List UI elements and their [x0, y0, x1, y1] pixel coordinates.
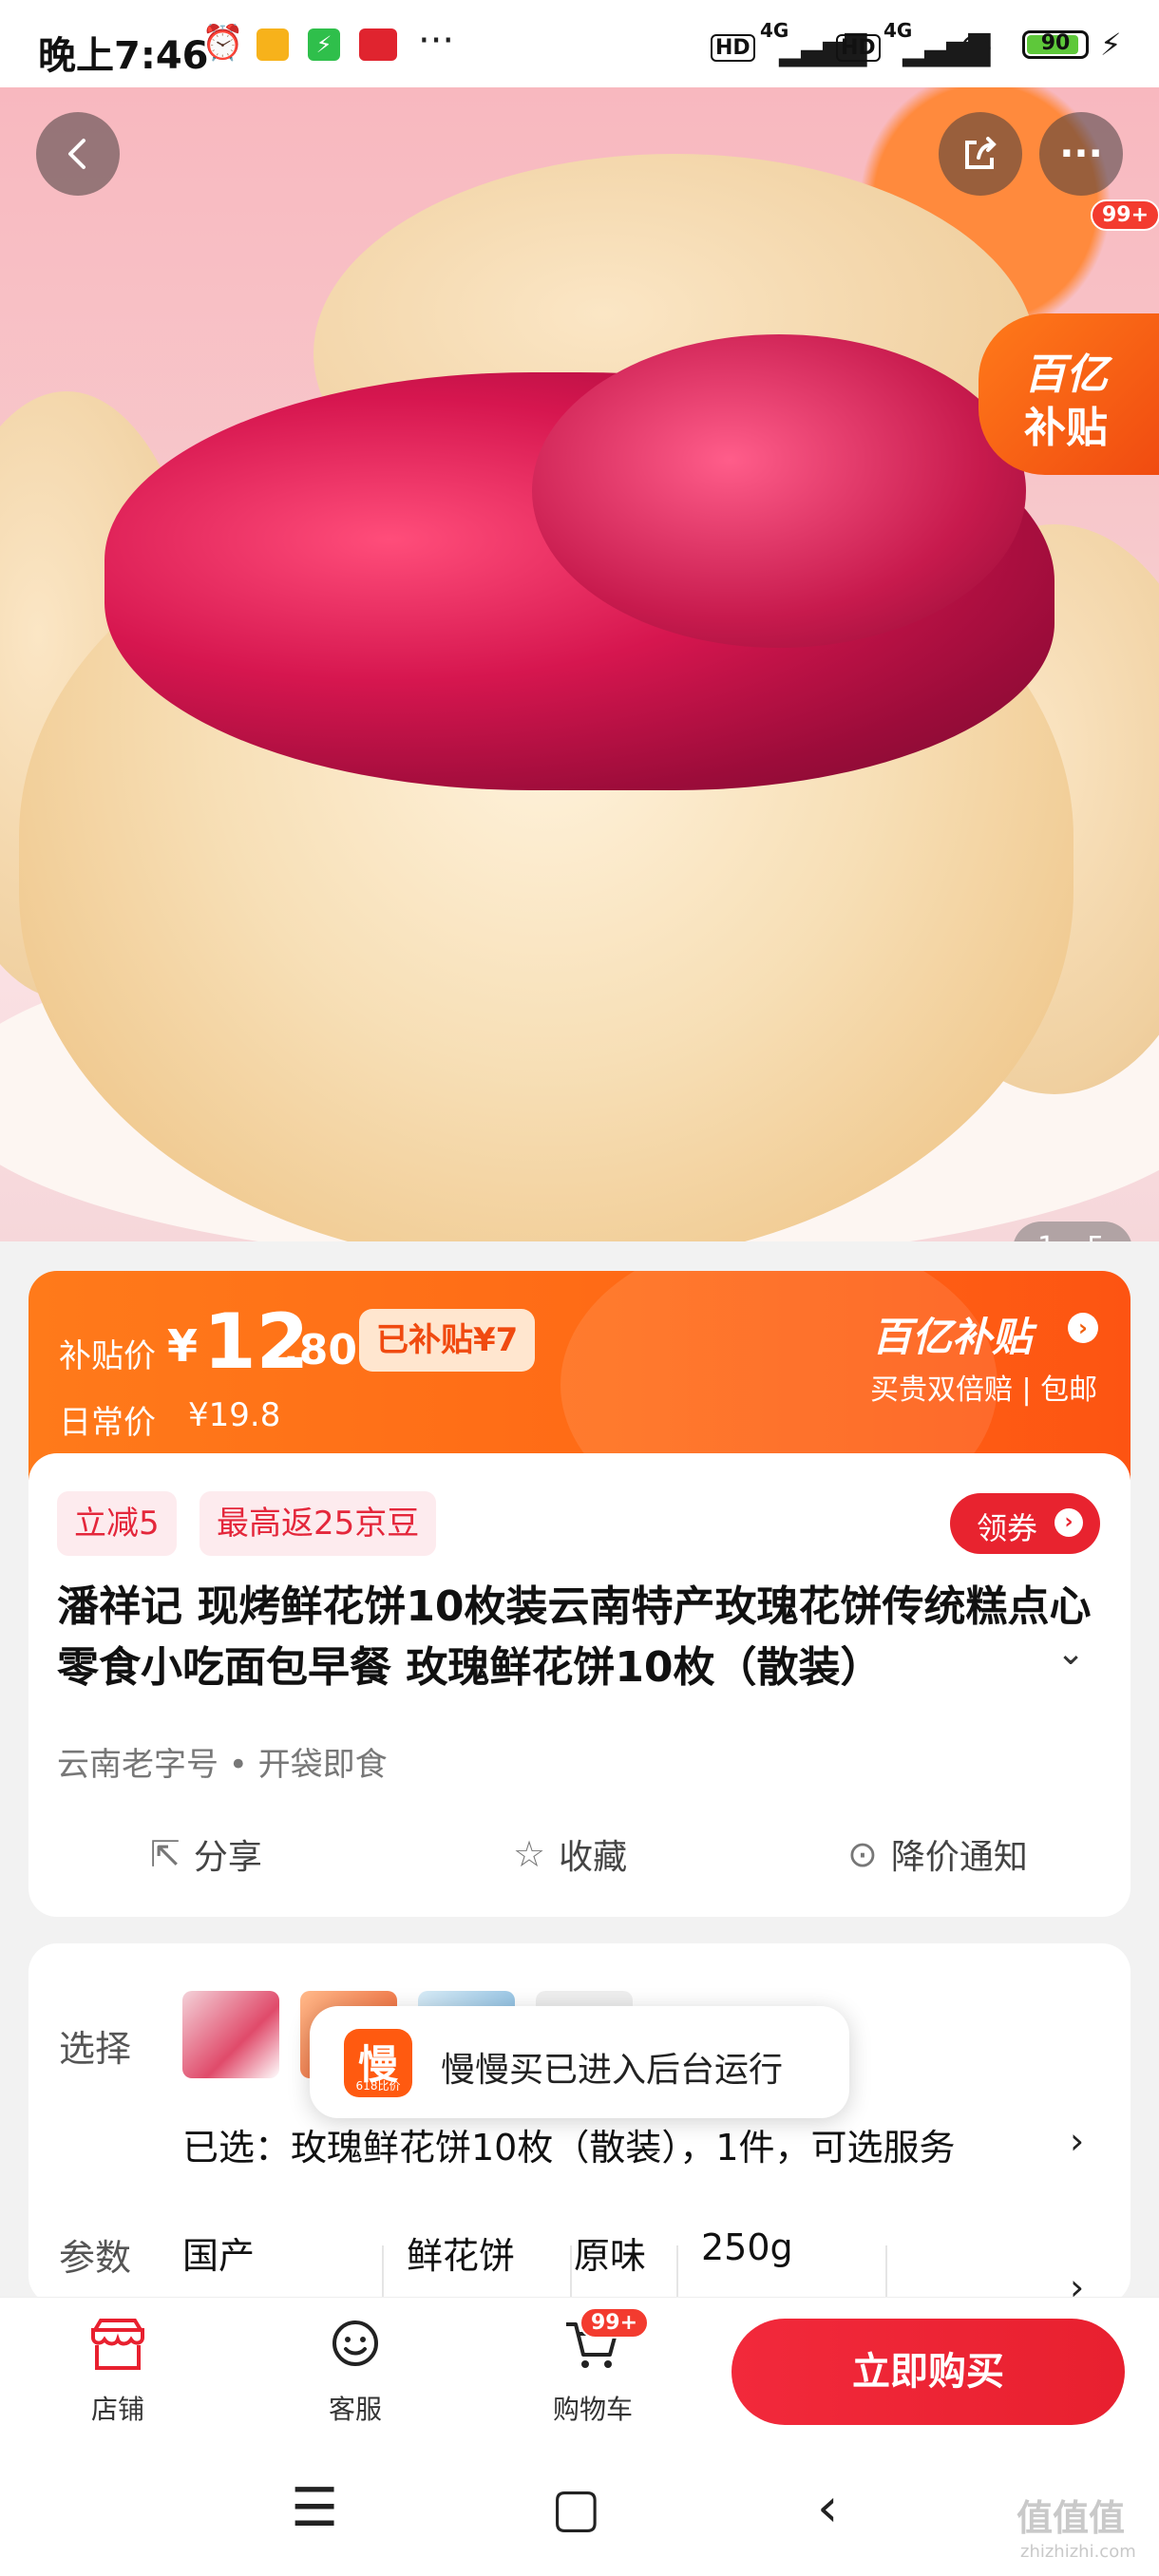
selected-spec: 已选：玫瑰鲜花饼10枚（散装），1件，可选服务: [182, 2127, 956, 2169]
battery-icon: 90: [1022, 30, 1089, 59]
product-tags: 云南老字号 • 开袋即食: [57, 1746, 388, 1784]
price-alert-action[interactable]: ⊙ 降价通知: [847, 1829, 1028, 1879]
param-category: 鲜花饼: [407, 2235, 516, 2277]
shop-button[interactable]: 店铺: [51, 2317, 184, 2427]
params-label: 参数: [59, 2237, 132, 2279]
price-alert-label: 降价通知: [890, 1838, 1028, 1877]
star-icon: ☆: [513, 1833, 546, 1875]
param-divider: [382, 2245, 384, 2302]
home-icon[interactable]: ▢: [551, 2477, 601, 2539]
price-banner: 补贴价 ¥ 12 .80 已补贴¥7 日常价 ¥19.8 百亿补贴 › 买贵双倍…: [28, 1271, 1130, 1480]
param-weight: 250g: [701, 2226, 793, 2268]
buy-now-button[interactable]: 立即购买: [732, 2319, 1125, 2425]
message-badge: 99+: [1091, 199, 1159, 231]
toast-message: 慢慢买已进入后台运行: [441, 2051, 784, 2090]
customer-service-button[interactable]: 客服: [289, 2317, 422, 2427]
spec-select-card[interactable]: 选择 已选：玫瑰鲜花饼10枚（散装），1件，可选服务 › 参数 国产 鲜花饼 原…: [28, 1943, 1130, 2308]
get-coupon-button[interactable]: 领券 ›: [950, 1493, 1100, 1554]
favorite-action[interactable]: ☆ 收藏: [513, 1829, 627, 1879]
jingdou-chip: 最高返25京豆: [200, 1491, 437, 1556]
param-flavor: 原味: [574, 2235, 647, 2277]
currency-symbol: ¥: [167, 1320, 199, 1372]
back-button[interactable]: [36, 112, 120, 196]
pager-total: 5: [1087, 1231, 1105, 1241]
shop-label: 店铺: [90, 2394, 144, 2425]
subsidy-corner-badge: 百亿 补贴: [978, 313, 1159, 475]
expand-title-icon[interactable]: ⌄: [1056, 1634, 1085, 1673]
price-decimal: .80: [283, 1326, 357, 1374]
service-label: 客服: [328, 2394, 382, 2425]
subsidy-corner-line2: 补贴: [1024, 404, 1108, 452]
system-nav-bar: ☰ ▢ ‹: [0, 2439, 1159, 2576]
image-pager: 1 5: [1013, 1222, 1132, 1241]
subsidy-guarantee: 买贵双倍赔 | 包邮: [870, 1373, 1098, 1407]
hd-icon: HD: [711, 34, 755, 62]
share-button[interactable]: [939, 112, 1022, 196]
hd-icon-2: HD: [836, 34, 881, 62]
share-label: 分享: [193, 1838, 262, 1877]
share-icon: ⇱: [150, 1833, 180, 1875]
select-label: 选择: [59, 2028, 132, 2070]
share-action[interactable]: ⇱ 分享: [150, 1829, 262, 1879]
back-nav-icon[interactable]: ‹: [817, 2477, 838, 2539]
discount-chip: 立减5: [57, 1491, 177, 1556]
notes-app-icon: [256, 28, 289, 61]
charging-icon: ⚡: [1100, 27, 1122, 63]
charge-app-icon: ⚡: [308, 28, 340, 61]
chat-smile-icon: [289, 2317, 422, 2383]
chevron-right-icon[interactable]: ›: [1068, 1313, 1098, 1343]
daily-price: ¥19.8: [188, 1396, 281, 1434]
menu-icon[interactable]: ☰: [291, 2477, 338, 2539]
cart-badge: 99+: [580, 2307, 650, 2339]
param-divider: [570, 2245, 572, 2302]
watermark: 值值值: [1016, 2497, 1126, 2539]
subsidy-amount-tag: 已补贴¥7: [359, 1309, 536, 1372]
battery-level: 90: [1040, 31, 1071, 55]
billion-subsidy-brand[interactable]: 百亿补贴: [872, 1305, 1032, 1363]
subsidy-price-label: 补贴价: [59, 1337, 156, 1375]
more-menu-button[interactable]: ···: [1039, 112, 1123, 196]
variant-thumb-1[interactable]: [182, 1991, 279, 2078]
wifi-icon: ◠: [960, 25, 993, 68]
logo-sub: 618比价: [355, 2079, 401, 2093]
param-divider: [676, 2245, 678, 2302]
param-divider: [885, 2245, 887, 2302]
price-drop-icon: ⊙: [847, 1833, 878, 1875]
status-time: 晚上7:46: [38, 34, 209, 78]
background-run-toast: 慢 618比价 慢慢买已进入后台运行: [310, 2006, 849, 2118]
param-origin: 国产: [182, 2235, 256, 2277]
subsidy-corner-line1: 百亿: [1024, 350, 1108, 399]
chevron-right-icon: ›: [1054, 1508, 1083, 1537]
daily-price-label: 日常价: [59, 1404, 156, 1442]
rose-filling-top: [532, 334, 1026, 648]
pager-current: 1: [1037, 1231, 1055, 1241]
product-image-carousel[interactable]: ··· 99+ 百亿 补贴 1 5: [0, 87, 1159, 1241]
watermark-url: zhizhizhi.com: [1020, 2542, 1136, 2562]
store-icon: [51, 2317, 184, 2383]
chevron-right-icon[interactable]: ›: [1070, 2120, 1084, 2162]
product-title: 潘祥记 现烤鲜花饼10枚装云南特产玫瑰花饼传统糕点心零食小吃面包早餐 玫瑰鲜花饼…: [57, 1582, 1092, 1692]
manmanmai-logo: 慢 618比价: [344, 2029, 412, 2097]
more-notifications-icon: ···: [418, 19, 455, 63]
status-bar: 晚上7:46 ⏰ ⚡ ··· HD 4G ▂▄▆█ HD 4G ▂▄▆█ ◠ 9…: [0, 0, 1159, 87]
alarm-icon: ⏰: [201, 24, 244, 63]
jd-app-icon: [359, 28, 397, 61]
coupon-label: 领券: [977, 1510, 1038, 1546]
favorite-label: 收藏: [559, 1838, 628, 1877]
cart-label: 购物车: [552, 2394, 633, 2425]
product-info-card: 立减5 最高返25京豆 领券 › 潘祥记 现烤鲜花饼10枚装云南特产玫瑰花饼传统…: [28, 1453, 1130, 1917]
bottom-action-bar: 店铺 客服 购物车 99+ 立即购买: [0, 2297, 1159, 2440]
